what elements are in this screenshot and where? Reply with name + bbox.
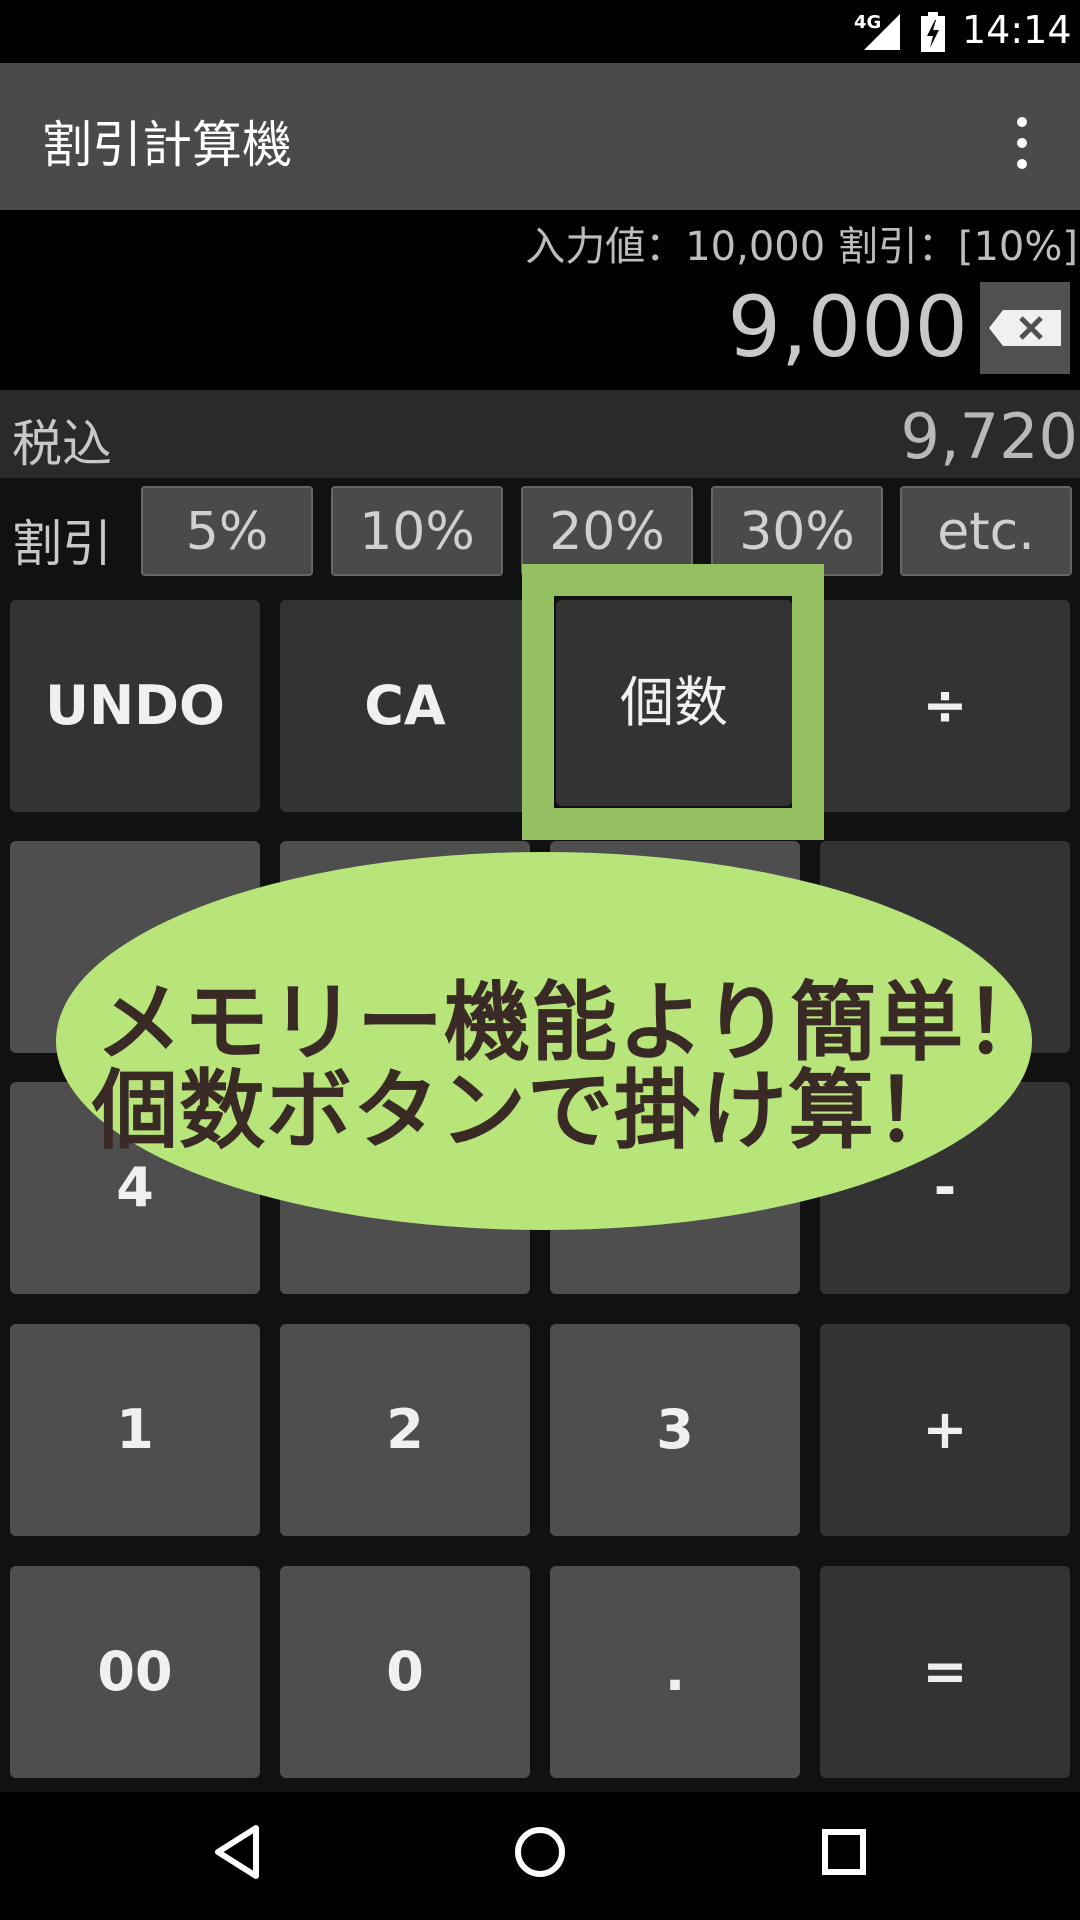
three-button[interactable]: 3: [550, 1324, 800, 1536]
tax-row: 税込 9,720: [0, 390, 1080, 478]
display-panel: 入力値：10,000 割引：[10%] 9,000: [0, 210, 1080, 390]
discount-label: 割引: [12, 515, 112, 573]
overflow-menu-icon[interactable]: [1002, 113, 1042, 173]
app-title: 割引計算機: [42, 116, 292, 174]
discount-20-button[interactable]: 20%: [521, 486, 693, 576]
home-nav-icon[interactable]: [512, 1822, 568, 1882]
discount-10-button[interactable]: 10%: [331, 486, 503, 576]
tax-value: 9,720: [900, 400, 1079, 473]
tax-label: 税込: [12, 415, 112, 473]
equals-button[interactable]: =: [820, 1566, 1070, 1778]
clear-all-button[interactable]: CA: [280, 600, 530, 812]
plus-button[interactable]: +: [820, 1324, 1070, 1536]
input-info: 入力値：10,000 割引：[10%]: [525, 224, 1078, 270]
divide-button[interactable]: ÷: [820, 600, 1070, 812]
undo-button[interactable]: UNDO: [10, 600, 260, 812]
status-bar: 4G 14:14: [0, 0, 1080, 63]
double-zero-button[interactable]: 00: [10, 1566, 260, 1778]
promo-line-2: 個数ボタンで掛け算！: [92, 1061, 962, 1161]
app-bar: 割引計算機: [0, 63, 1080, 210]
backspace-button[interactable]: [980, 282, 1070, 374]
backspace-icon: [989, 310, 1061, 346]
recents-nav-icon[interactable]: [820, 1822, 868, 1882]
decimal-button[interactable]: .: [550, 1566, 800, 1778]
battery-icon: [921, 12, 945, 52]
discount-30-button[interactable]: 30%: [711, 486, 883, 576]
signal-icon: [864, 14, 900, 50]
result-value: 9,000: [727, 278, 968, 376]
promo-bubble: メモリー機能より簡単！ 個数ボタンで掛け算！: [56, 852, 1050, 1230]
navigation-bar: [0, 1792, 1080, 1920]
clock: 14:14: [962, 8, 1072, 52]
back-nav-icon[interactable]: [212, 1822, 262, 1882]
discount-5-button[interactable]: 5%: [141, 486, 313, 576]
zero-button[interactable]: 0: [280, 1566, 530, 1778]
two-button[interactable]: 2: [280, 1324, 530, 1536]
count-highlight-frame: [522, 564, 824, 840]
discount-etc-button[interactable]: etc.: [900, 486, 1072, 576]
one-button[interactable]: 1: [10, 1324, 260, 1536]
